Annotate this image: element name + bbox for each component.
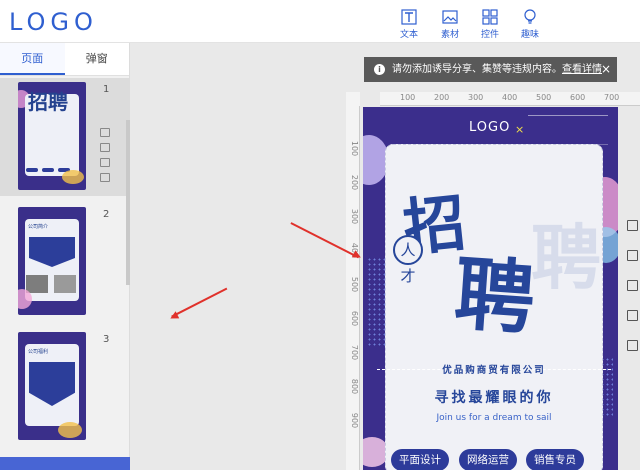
- page-item-1[interactable]: 招聘 1: [0, 78, 130, 196]
- panel-scrollbar[interactable]: [126, 120, 130, 285]
- tab-pages[interactable]: 页面: [0, 43, 65, 75]
- ruler-tick: 600: [350, 310, 360, 327]
- slogan[interactable]: 寻找最耀眼的你: [385, 387, 603, 407]
- vertical-ruler: 100 200 300 400 500 600 700 800 900: [346, 106, 360, 470]
- notice-banner: i 请勿添加诱导分享、集赞等违规内容。查看详情 ×: [364, 57, 617, 82]
- thumb-pill: [42, 168, 54, 172]
- app-logo: LOGO: [9, 8, 98, 36]
- page-number: 2: [103, 209, 110, 220]
- thumb-pill: [26, 168, 38, 172]
- toolbar-fun-label: 趣味: [520, 30, 539, 40]
- job-button-sales[interactable]: 销售专员: [526, 449, 584, 470]
- ruler-tick: 300: [468, 93, 484, 102]
- page-thumbnail[interactable]: 公司福利: [18, 332, 86, 440]
- ruler-tick: 100: [400, 93, 416, 102]
- page-tools: [100, 128, 112, 188]
- copy-icon[interactable]: [100, 158, 110, 167]
- ruler-tick: 200: [434, 93, 450, 102]
- page-number: 3: [103, 334, 110, 345]
- ruler-tick: 800: [350, 378, 360, 395]
- page-thumbnail[interactable]: 招聘: [18, 82, 86, 190]
- ruler-tick: 100: [350, 140, 360, 157]
- ruler-tick: 900: [350, 412, 360, 429]
- thumb-headline: 招聘: [28, 90, 68, 114]
- grid-icon: [482, 9, 498, 25]
- page-thumbnail[interactable]: 公司简介: [18, 207, 86, 315]
- page-item-3[interactable]: 公司福利 3: [0, 328, 130, 446]
- layers-icon[interactable]: [627, 280, 638, 291]
- thumb-photo: [54, 275, 76, 293]
- page-number: 1: [103, 84, 110, 95]
- bulb-icon: [524, 9, 536, 24]
- talent-badge[interactable]: 人才: [393, 235, 423, 285]
- ruler-tick: 500: [536, 93, 552, 102]
- notice-link[interactable]: 查看详情: [562, 64, 602, 75]
- pages-panel: 页面 弹窗 招聘 1 公司简介 2 公司福利 3: [0, 43, 130, 470]
- toolbar-text-button[interactable]: 文本: [391, 9, 427, 40]
- thumb-decoration: [18, 289, 32, 309]
- headline-char-2[interactable]: 聘: [451, 229, 539, 350]
- dot-pattern: [367, 257, 385, 347]
- ruler-tick: 700: [604, 93, 620, 102]
- add-page-bar[interactable]: [0, 457, 130, 470]
- talent-badge-text: 人才: [400, 241, 416, 285]
- job-button-operations[interactable]: 网络运营: [459, 449, 517, 470]
- monitor-icon[interactable]: [627, 250, 638, 261]
- ruler-tick: 600: [570, 93, 586, 102]
- ruler-tick: 200: [350, 174, 360, 191]
- job-button-design[interactable]: 平面设计: [391, 449, 449, 470]
- english-tagline[interactable]: Join us for a dream to sail: [385, 413, 603, 423]
- ruler-tick: 500: [350, 276, 360, 293]
- thumb-title: 公司简介: [28, 224, 49, 230]
- thumb-decoration: [62, 170, 84, 184]
- poster-canvas[interactable]: LOGO × 聘 招 聘 人才 优品购商贸有限公司 寻找最耀眼的你 Join u…: [363, 107, 618, 470]
- layout-icon[interactable]: [100, 143, 110, 152]
- toolbar-material-label: 素材: [440, 30, 459, 40]
- wave-decoration: [528, 115, 608, 145]
- top-bar: LOGO 文本 素材 控件 趣味: [0, 0, 640, 43]
- thumb-photo: [26, 275, 48, 293]
- toolbar-widget-label: 控件: [480, 30, 499, 40]
- annotation-arrow: [171, 288, 228, 318]
- ruler-tick: 700: [350, 344, 360, 361]
- close-icon[interactable]: ×: [601, 57, 611, 82]
- thumb-decoration: [58, 422, 82, 438]
- toolbar-text-label: 文本: [399, 30, 418, 40]
- add-page-icon[interactable]: [100, 128, 110, 137]
- thumb-title: 公司福利: [28, 349, 49, 355]
- toolbar-widget-button[interactable]: 控件: [472, 9, 508, 40]
- ghost-text: 聘: [531, 217, 601, 299]
- image-icon: [442, 10, 458, 24]
- ruler-corner: [346, 92, 360, 106]
- right-sidebar: [627, 220, 640, 370]
- notice-text: 请勿添加诱导分享、集赞等违规内容。: [392, 64, 562, 75]
- play-icon[interactable]: [627, 220, 638, 231]
- page-item-2[interactable]: 公司简介 2: [0, 203, 130, 321]
- ruler-tick: 400: [502, 93, 518, 102]
- company-name[interactable]: 优品购商贸有限公司: [385, 362, 603, 376]
- download-icon[interactable]: [627, 340, 638, 351]
- toolbar-fun-button[interactable]: 趣味: [512, 9, 548, 40]
- trash-icon[interactable]: [100, 173, 110, 182]
- text-icon: [401, 9, 417, 25]
- edit-icon[interactable]: [627, 310, 638, 321]
- toolbar-material-button[interactable]: 素材: [432, 9, 468, 40]
- poster-logo-mark: ×: [515, 123, 525, 136]
- horizontal-ruler: 100 200 300 400 500 600 700: [380, 92, 640, 106]
- info-icon: i: [374, 64, 385, 75]
- poster-logo[interactable]: LOGO: [469, 120, 510, 135]
- panel-tabs: 页面 弹窗: [0, 43, 129, 76]
- ruler-tick: 300: [350, 208, 360, 225]
- tab-popups[interactable]: 弹窗: [65, 43, 130, 75]
